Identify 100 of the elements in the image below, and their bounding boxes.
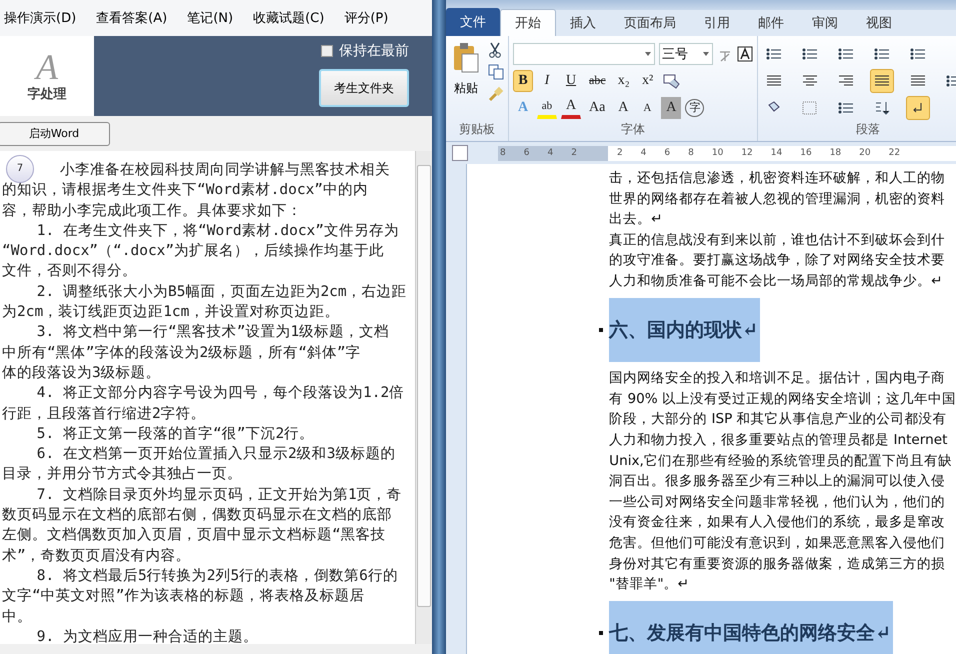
paste-button[interactable]: 粘贴 bbox=[450, 40, 482, 102]
dropdown-arrow-icon[interactable] bbox=[645, 52, 651, 56]
ruler-number: 8 bbox=[500, 148, 506, 158]
ribbon-tab[interactable]: 引用 bbox=[690, 10, 744, 36]
copy-icon[interactable] bbox=[488, 64, 504, 80]
menu-item[interactable]: 收藏试题(C) bbox=[253, 9, 324, 27]
font-format-button[interactable]: U bbox=[561, 70, 581, 92]
font-format-button[interactable]: abc bbox=[585, 70, 610, 92]
menu-item[interactable]: 评分(P) bbox=[344, 9, 388, 27]
question-text-line: 8. 将文档最后5行转换为2列5行的表格，倒数第6行的 bbox=[36, 566, 399, 586]
document-text-line: 出去。↵ bbox=[609, 210, 664, 230]
question-text-line: 行距，且段落首行缩进2字符。 bbox=[2, 404, 207, 424]
ruler-number: 20 bbox=[859, 148, 871, 158]
character-border-icon[interactable] bbox=[737, 46, 753, 62]
paragraph-mark-icon[interactable] bbox=[906, 96, 930, 120]
group-label: 段落 bbox=[856, 122, 880, 136]
ruler-number: 12 bbox=[741, 148, 753, 158]
clipboard-icon[interactable] bbox=[452, 42, 480, 74]
font-format-button[interactable]: Aa bbox=[585, 96, 610, 118]
question-text-line: 5. 将正文第一段落的首字“很”下沉2行。 bbox=[36, 424, 316, 444]
question-text-line: 体的段落设为3级标题。 bbox=[2, 364, 162, 383]
ribbon-tab[interactable]: 文件 bbox=[446, 8, 500, 36]
font-size-field[interactable]: 三号 bbox=[659, 42, 713, 64]
ruler-number: 8 bbox=[688, 148, 694, 158]
group-label: 字体 bbox=[621, 122, 645, 136]
question-text-line: 9. 为文档应用一种合适的主题。 bbox=[36, 628, 259, 644]
launch-button[interactable]: 启动Word bbox=[0, 122, 110, 146]
font-format-button[interactable]: A bbox=[613, 96, 634, 118]
question-text-line: 2. 调整纸张大小为B5幅面，页面左边距为2cm，右边距 bbox=[36, 282, 408, 302]
ribbon-tab[interactable]: 视图 bbox=[852, 10, 906, 36]
document-heading: 七、发展有中国特色的网络安全↵ bbox=[609, 600, 894, 654]
question-text-line: 小李准备在校园科技周向同学讲解与黑客技术相关 bbox=[60, 160, 391, 180]
font-format-button[interactable]: x² bbox=[638, 70, 658, 92]
document-text-line: 危害。但他们可能没有意识到，如果恶意黑客入侵他们 bbox=[609, 534, 946, 553]
scissors-icon[interactable] bbox=[488, 42, 502, 58]
folder-button[interactable]: 考生文件夹 bbox=[319, 69, 409, 107]
ruler-number: 2 bbox=[571, 148, 577, 158]
menu-item[interactable]: 操作演示(D) bbox=[4, 9, 76, 27]
document-text-line: "替罪羊"。↵ bbox=[609, 575, 690, 594]
question-text-line: 为2cm，装订线距页边距1cm，并设置对称页边距。 bbox=[2, 303, 340, 322]
ruler-number: 6 bbox=[524, 148, 530, 158]
question-text-line: 目录，并用分节方式令其独占一页。 bbox=[2, 464, 243, 484]
logo-letter: A bbox=[36, 49, 58, 85]
ruler-number: 16 bbox=[800, 148, 812, 158]
document-text-line: Unix,它们在那些有经验的系统管理员的配置下尚且有缺 bbox=[609, 452, 953, 471]
font-format-button[interactable]: B bbox=[513, 70, 533, 92]
justify-icon[interactable] bbox=[870, 68, 894, 92]
question-text-line: 文件，否则不得分。 bbox=[2, 262, 138, 282]
font-format-button[interactable]: I bbox=[537, 70, 557, 92]
question-text-line: 3. 将文档中第一行“黑客技术”设置为1级标题，文档 bbox=[36, 322, 390, 342]
font-format-button[interactable]: A bbox=[561, 96, 581, 118]
font-format-button[interactable]: 字 bbox=[685, 98, 704, 116]
document-text-line: 国内网络安全的投入和培训不足。据估计，国内电子商 bbox=[609, 369, 946, 388]
document-text-line: 有 90% 以上没有受过正规的网络安全培训；这几年中国 bbox=[609, 390, 956, 409]
font-format-button[interactable]: ab bbox=[537, 96, 557, 118]
document-text-line: 阶段，大部分的 ISP 和其它从事信息产业的公司都没有 bbox=[609, 410, 948, 430]
font-format-button[interactable]: A bbox=[661, 96, 682, 118]
ribbon-tab[interactable]: 审阅 bbox=[798, 10, 852, 36]
document-text-line: 世界的网络都存在着被人忽视的管理漏洞，机密的资料 bbox=[609, 190, 946, 209]
ruler-number: 14 bbox=[770, 148, 782, 158]
question-text-line: 1. 在考生文件夹下，将“Word素材.docx”文件另存为 bbox=[36, 222, 400, 241]
ribbon-tab[interactable]: 开始 bbox=[500, 9, 556, 36]
ruler-number: 6 bbox=[664, 148, 670, 158]
question-text-line: 的知识，请根据考生文件夹下“Word素材.docx”中的内 bbox=[2, 181, 370, 200]
dropdown-arrow-icon[interactable] bbox=[703, 52, 709, 56]
document-text-line: 的攻守准备。要打赢这场战争，除了对网络安全技术要 bbox=[609, 251, 946, 270]
question-text-line: 4. 将正文部分内容字号设为四号，每个段落设为1.2倍 bbox=[36, 384, 406, 404]
tab-selector-icon[interactable] bbox=[452, 145, 468, 161]
question-text-line: 中。 bbox=[2, 608, 33, 627]
question-text-line: 容，帮助小李完成此项工作。具体要求如下： bbox=[2, 202, 303, 221]
group-label: 剪贴板 bbox=[459, 122, 495, 136]
document-text-line: 洞百出。很多服务器至少有三种以上的漏洞可以使入侵 bbox=[609, 472, 946, 492]
ruler-number: 4 bbox=[547, 148, 554, 158]
font-name-field[interactable] bbox=[513, 42, 655, 64]
ribbon-tab[interactable]: 页面布局 bbox=[610, 10, 690, 36]
ruler-number: 22 bbox=[888, 148, 900, 158]
scrollbar[interactable] bbox=[415, 151, 432, 644]
keep-on-top-checkbox[interactable]: 保持在最前 bbox=[321, 42, 409, 60]
ruler-number: 18 bbox=[830, 148, 842, 158]
question-text-line: 中所有“黑体”字体的段落设为2级标题，所有“斜体”字 bbox=[2, 344, 362, 363]
question-text-line: 左侧。文档偶数页加入页眉，页眉中显示文档标题“黑客技 bbox=[2, 526, 387, 546]
horizontal-ruler[interactable]: 8 6 4 2 2 4 6 8 10 12 14 16 18 20 22 bbox=[498, 146, 956, 160]
ruler-number: 4 bbox=[640, 148, 646, 158]
question-text-line: “Word.docx”（“.docx”为扩展名），后续操作均基于此 bbox=[2, 242, 386, 262]
font-format-button[interactable]: A bbox=[637, 96, 658, 118]
menu-item[interactable]: 查看答案(A) bbox=[96, 9, 168, 27]
font-format-button[interactable]: x₂ bbox=[614, 70, 634, 92]
checkbox-icon[interactable] bbox=[321, 45, 333, 57]
ribbon-tab[interactable]: 插入 bbox=[556, 10, 610, 36]
document-text-line: 击，还包括信息渗透，机密资料连环破解，和人工的物 bbox=[609, 169, 946, 188]
menu-item[interactable]: 笔记(N) bbox=[187, 9, 234, 27]
document-text-line: 真正的信息战没有到来以前，谁也估计不到破坏会到什 bbox=[609, 230, 946, 250]
document-text-line: 一些公司对网络安全问题非常轻视，他们认为，他们的 bbox=[609, 492, 946, 512]
eraser-icon[interactable] bbox=[662, 72, 680, 88]
question-text-line: 6. 在文档第一页开始位置插入只显示2级和3级标题的 bbox=[36, 445, 396, 464]
question-text-line: 术”，奇数页页眉没有内容。 bbox=[2, 546, 192, 566]
question-text-line: 文字“中英文对照”作为该表格的标题，将表格及标题居 bbox=[2, 586, 366, 606]
document-text-line: 没有资金往来，如果有人入侵他们的系统，最多是窜改 bbox=[609, 513, 946, 532]
document-text-line: 人力和物质准备可能不会比一场局部的常规战争少。↵ bbox=[609, 272, 944, 291]
ribbon-tab[interactable]: 邮件 bbox=[744, 10, 798, 36]
